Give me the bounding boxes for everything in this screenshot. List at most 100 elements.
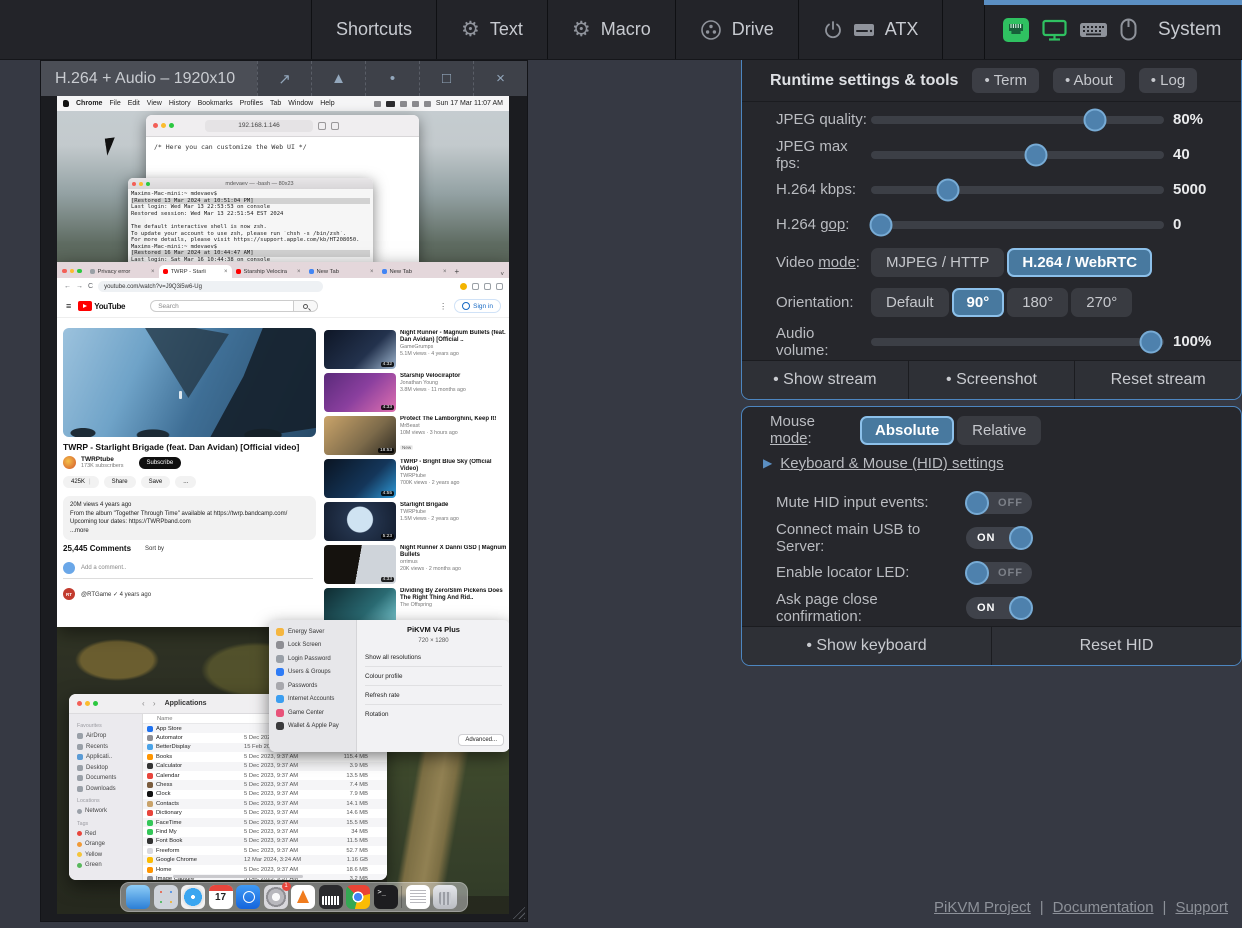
support-link[interactable]: Support	[1175, 899, 1228, 916]
finder-file-row: Contacts 5 Dec 2023, 9:37 AM 14.1 MB	[143, 799, 387, 808]
settings-row: Colour profile	[365, 666, 502, 685]
orientation-180-button[interactable]: 180°	[1007, 288, 1068, 317]
term-button[interactable]: • Term	[972, 68, 1038, 93]
stream-close-button[interactable]: ×	[473, 61, 527, 96]
stream-expand-button[interactable]: ↗	[257, 61, 311, 96]
h264-kbps-slider[interactable]	[871, 177, 1164, 203]
app-icon	[147, 801, 153, 807]
jpeg-quality-slider[interactable]	[871, 107, 1164, 133]
h264-gop-slider[interactable]	[871, 212, 1164, 238]
hid-panel: Mouse mode: Absolute Relative ▶ Keyboard…	[741, 406, 1242, 666]
reset-stream-button[interactable]: Reset stream	[1075, 361, 1241, 399]
finder-sidebar-item: Network	[77, 806, 142, 817]
app-icon	[147, 810, 153, 816]
display-name: PiKVM V4 Plus	[365, 625, 502, 634]
log-button[interactable]: • Log	[1139, 68, 1197, 93]
launchpad-dock-icon	[154, 885, 178, 909]
chrome-toolbar-icons	[460, 283, 503, 290]
chrome-tab: Privacy error	[86, 265, 159, 278]
finder-title: Applications	[165, 700, 207, 707]
stream-window-titlebar[interactable]: H.264 + Audio – 1920x10 ↗ ▲ • □ ×	[41, 61, 527, 96]
show-keyboard-button[interactable]: • Show keyboard	[742, 627, 992, 665]
orientation-270-button[interactable]: 270°	[1071, 288, 1132, 317]
toggle-switch[interactable]: ON	[966, 597, 1032, 619]
gop-tooltip-link[interactable]: gop	[820, 216, 845, 233]
reset-hid-button[interactable]: Reset HID	[992, 627, 1241, 665]
extensions-icon	[472, 283, 479, 290]
video-duration: 18:53	[378, 448, 394, 453]
app-icon	[147, 838, 153, 844]
video-thumbnail: 4:32	[324, 330, 396, 369]
stream-collapse-button[interactable]: ▲	[311, 61, 365, 96]
menu-shortcuts[interactable]: Shortcuts	[311, 0, 436, 59]
subscribe-button: Subscribe	[139, 457, 182, 469]
video-mode-mjpeg-button[interactable]: MJPEG / HTTP	[871, 248, 1004, 277]
terminal-line: Last login: Wed Mar 13 22:53:53 on conso…	[131, 204, 370, 211]
menu-system[interactable]: System	[984, 0, 1242, 59]
jpeg-max-fps-slider[interactable]	[871, 142, 1164, 168]
stream-dot-button[interactable]: •	[365, 61, 419, 96]
mac-menu-item: Window	[288, 100, 313, 107]
app-icon	[147, 782, 153, 788]
settings-sidebar-item: Wallet & Apple Pay	[276, 720, 356, 734]
settings-row: Refresh rate	[365, 685, 502, 704]
menu-atx-label: ATX	[885, 19, 919, 40]
youtube-sidebar: 4:32 Night Runner - Magnum Bullets (feat…	[324, 330, 508, 627]
settings-item-icon	[276, 709, 284, 717]
pikvm-project-link[interactable]: PiKVM Project	[934, 899, 1031, 916]
about-button[interactable]: • About	[1053, 68, 1125, 93]
menu-system-label: System	[1158, 19, 1221, 41]
finder-file-row: Freeform 5 Dec 2023, 9:37 AM 52.7 MB	[143, 846, 387, 855]
tab-search-icon: ˅	[500, 272, 504, 278]
audio-volume-slider[interactable]	[871, 329, 1164, 355]
mac-status-icon	[400, 101, 407, 107]
stream-maximize-button[interactable]: □	[419, 61, 473, 96]
finder-file-row: Google Chrome 12 Mar 2024, 3:24 AM 1.16 …	[143, 855, 387, 864]
video-thumbnail: 4:55	[324, 459, 396, 498]
terminal-line: Maxims-Mac-mini:~ mdevaev$	[131, 191, 370, 198]
slider-thumb	[937, 178, 960, 201]
safari-address-bar: 192.168.1.146	[205, 120, 313, 132]
documentation-link[interactable]: Documentation	[1053, 899, 1154, 916]
mouse-mode-tooltip-link[interactable]: mode	[770, 430, 808, 447]
commenter-avatar: RT	[63, 588, 75, 600]
channel-row: TWRPtube 173K subscribers Subscribe	[63, 456, 318, 469]
mouse-absolute-button[interactable]: Absolute	[860, 416, 954, 445]
orientation-default-button[interactable]: Default	[871, 288, 949, 317]
comments-header: 25,445 Comments Sort by	[63, 544, 164, 553]
toggle-switch[interactable]: ON	[966, 527, 1032, 549]
show-stream-button[interactable]: • Show stream	[742, 361, 909, 399]
toggle-switch[interactable]: OFF	[966, 492, 1032, 514]
settings-sidebar-item: Users & Groups	[276, 666, 356, 680]
mouse-relative-button[interactable]: Relative	[957, 416, 1041, 445]
video-mode-h264-button[interactable]: H.264 / WebRTC	[1007, 248, 1152, 277]
hid-settings-link[interactable]: Keyboard & Mouse (HID) settings	[780, 455, 1003, 472]
description-line: 20M views 4 years ago	[70, 501, 309, 510]
app-icon	[147, 867, 153, 873]
youtube-header: ≡ YouTube Search ⋮ Sign in	[57, 295, 509, 318]
maximize-icon: □	[442, 70, 451, 87]
menu-macro[interactable]: ⚙ Macro	[547, 0, 675, 59]
orientation-90-button[interactable]: 90°	[952, 288, 1005, 317]
toggle-switch[interactable]: OFF	[966, 562, 1032, 584]
system-settings-window: Energy Saver Lock Screen Login Password	[269, 620, 509, 752]
jpeg-quality-row: JPEG quality: 80%	[742, 102, 1241, 137]
mac-menu-item: Bookmarks	[198, 100, 233, 107]
jpeg-fps-row: JPEG max fps: 40	[742, 137, 1241, 172]
toggle-state-label: OFF	[998, 562, 1023, 584]
kebab-menu-icon: ⋮	[439, 302, 447, 311]
finder-nav-arrows: ‹ ›	[142, 699, 159, 708]
display-status-icon	[1042, 18, 1067, 42]
youtube-signin-button: Sign in	[454, 299, 501, 313]
jpeg-fps-value: 40	[1173, 146, 1190, 163]
menu-text[interactable]: ⚙ Text	[436, 0, 547, 59]
menu-drive[interactable]: Drive	[675, 0, 798, 59]
video-mode-tooltip-link[interactable]: mode	[818, 254, 856, 271]
h264-kbps-row: H.264 kbps: 5000	[742, 172, 1241, 207]
profile-icon	[484, 283, 491, 290]
screenshot-button[interactable]: • Screenshot	[909, 361, 1076, 399]
remote-desktop-stream[interactable]: ChromeFileEditViewHistoryBookmarksProfil…	[57, 96, 509, 914]
suggested-video: 18:53 Protect The Lamborghini, Keep It! …	[324, 416, 508, 455]
like-button: 425K|	[63, 476, 99, 488]
menu-atx[interactable]: ATX	[798, 0, 944, 59]
